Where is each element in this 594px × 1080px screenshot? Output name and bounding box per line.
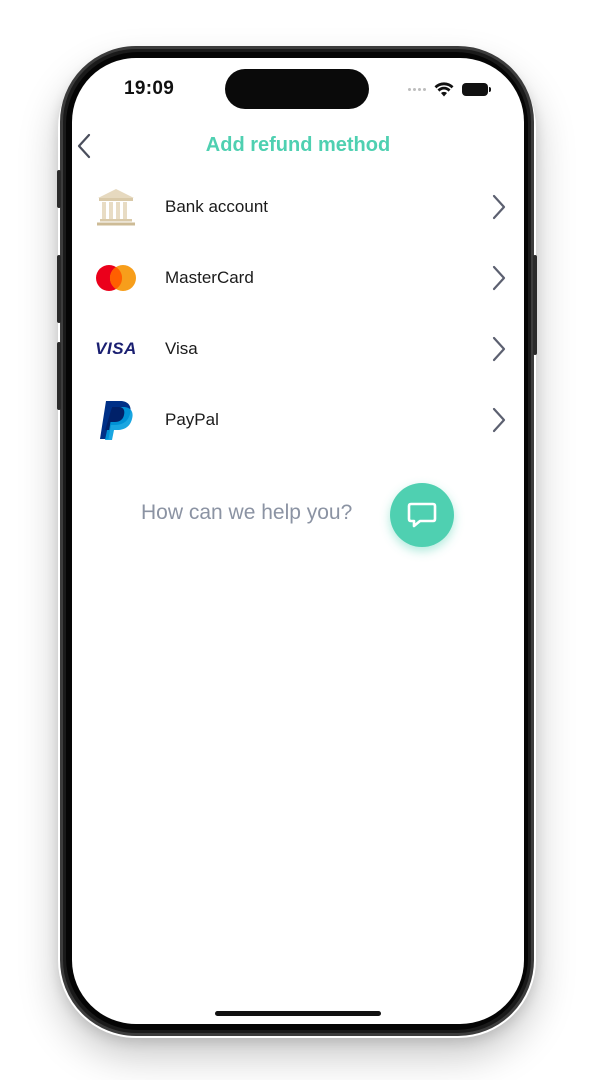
- chevron-right-icon: [492, 194, 506, 219]
- help-text: How can we help you?: [141, 501, 353, 524]
- home-indicator[interactable]: [215, 1011, 381, 1016]
- status-indicators: [408, 80, 491, 98]
- help-section: How can we help you?: [72, 483, 524, 547]
- refund-method-list: Bank account MasterCard VISA Visa PayPal: [72, 171, 524, 455]
- refund-method-label: Bank account: [165, 196, 269, 216]
- wifi-icon: [434, 81, 454, 96]
- device-power-button: [533, 255, 537, 355]
- signal-dots-icon: [408, 87, 426, 91]
- visa-logo-text: VISA: [95, 338, 137, 358]
- bank-icon: [94, 185, 138, 229]
- chevron-right-icon: [492, 336, 506, 361]
- refund-method-label: PayPal: [165, 409, 219, 429]
- chat-icon: [407, 502, 437, 528]
- refund-method-label: Visa: [165, 338, 198, 358]
- device-volume-down-button: [57, 342, 61, 410]
- dynamic-island: [225, 69, 369, 109]
- status-time: 19:09: [124, 78, 175, 99]
- refund-method-mastercard[interactable]: MasterCard: [72, 242, 524, 313]
- stage: 19:09 Add refund method Bank account Mas…: [0, 0, 594, 1080]
- visa-icon: VISA: [94, 327, 138, 371]
- app-screen: 19:09 Add refund method Bank account Mas…: [72, 58, 524, 1024]
- refund-method-label: MasterCard: [165, 267, 254, 287]
- refund-method-visa[interactable]: VISA Visa: [72, 313, 524, 384]
- mastercard-icon: [94, 256, 138, 300]
- battery-icon: [462, 82, 491, 96]
- chevron-right-icon: [492, 407, 506, 432]
- device-action-button: [57, 170, 61, 208]
- chevron-right-icon: [492, 265, 506, 290]
- page-title: Add refund method: [205, 134, 391, 156]
- refund-method-paypal[interactable]: PayPal: [72, 384, 524, 455]
- paypal-icon: [94, 398, 138, 442]
- refund-method-bank-account[interactable]: Bank account: [72, 171, 524, 242]
- chat-button[interactable]: [390, 483, 454, 547]
- device-volume-up-button: [57, 255, 61, 323]
